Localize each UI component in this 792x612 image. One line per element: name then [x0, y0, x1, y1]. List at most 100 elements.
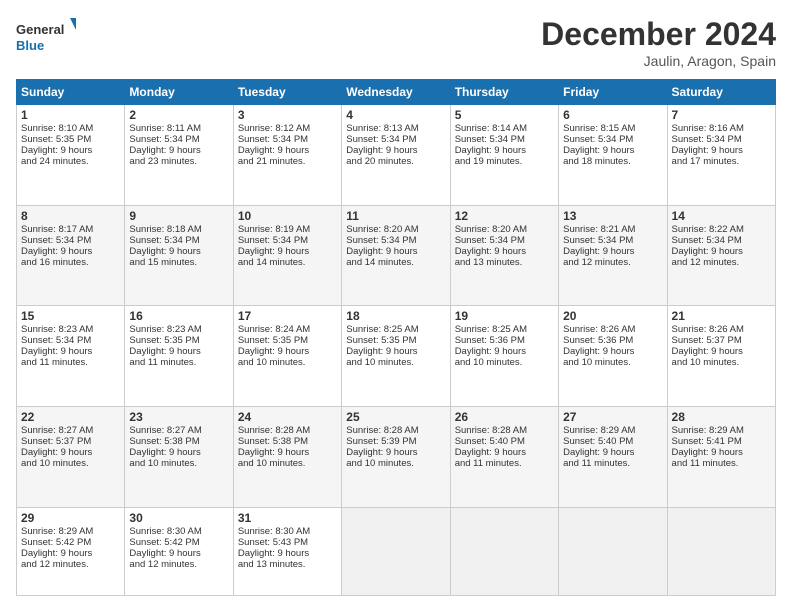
table-row: 3Sunrise: 8:12 AMSunset: 5:34 PMDaylight… — [233, 105, 341, 206]
table-row: 2Sunrise: 8:11 AMSunset: 5:34 PMDaylight… — [125, 105, 233, 206]
sunset-text: Sunset: 5:40 PM — [563, 436, 633, 447]
table-row: 11Sunrise: 8:20 AMSunset: 5:34 PMDayligh… — [342, 205, 450, 306]
sunset-text: Sunset: 5:35 PM — [21, 134, 91, 145]
day-number: 3 — [238, 108, 337, 122]
title-block: December 2024 Jaulin, Aragon, Spain — [541, 16, 776, 69]
sunset-text: Sunset: 5:43 PM — [238, 537, 308, 548]
day-number: 13 — [563, 209, 662, 223]
daylight-text2: and 11 minutes. — [129, 357, 196, 368]
day-number: 15 — [21, 309, 120, 323]
sunset-text: Sunset: 5:35 PM — [129, 335, 199, 346]
table-row: 6Sunrise: 8:15 AMSunset: 5:34 PMDaylight… — [559, 105, 667, 206]
logo-svg: General Blue — [16, 16, 76, 56]
daylight-text: Daylight: 9 hours — [455, 346, 526, 357]
daylight-text2: and 10 minutes. — [672, 357, 740, 368]
svg-text:General: General — [16, 22, 64, 37]
daylight-text: Daylight: 9 hours — [21, 246, 92, 257]
daylight-text2: and 10 minutes. — [129, 458, 197, 469]
daylight-text: Daylight: 9 hours — [346, 145, 417, 156]
day-number: 19 — [455, 309, 554, 323]
sunset-text: Sunset: 5:36 PM — [563, 335, 633, 346]
location: Jaulin, Aragon, Spain — [541, 53, 776, 69]
daylight-text: Daylight: 9 hours — [455, 145, 526, 156]
daylight-text2: and 16 minutes. — [21, 257, 89, 268]
day-number: 6 — [563, 108, 662, 122]
calendar-header-row: Sunday Monday Tuesday Wednesday Thursday… — [17, 80, 776, 105]
sunset-text: Sunset: 5:34 PM — [238, 235, 308, 246]
sunrise-text: Sunrise: 8:24 AM — [238, 324, 310, 335]
day-number: 7 — [672, 108, 771, 122]
day-number: 2 — [129, 108, 228, 122]
daylight-text2: and 23 minutes. — [129, 156, 197, 167]
daylight-text: Daylight: 9 hours — [563, 346, 634, 357]
table-row: 25Sunrise: 8:28 AMSunset: 5:39 PMDayligh… — [342, 407, 450, 508]
daylight-text: Daylight: 9 hours — [672, 447, 743, 458]
table-row: 10Sunrise: 8:19 AMSunset: 5:34 PMDayligh… — [233, 205, 341, 306]
daylight-text: Daylight: 9 hours — [346, 346, 417, 357]
daylight-text: Daylight: 9 hours — [563, 145, 634, 156]
sunrise-text: Sunrise: 8:22 AM — [672, 224, 744, 235]
table-row: 31Sunrise: 8:30 AMSunset: 5:43 PMDayligh… — [233, 507, 341, 595]
table-row — [450, 507, 558, 595]
sunrise-text: Sunrise: 8:20 AM — [346, 224, 418, 235]
daylight-text2: and 10 minutes. — [455, 357, 523, 368]
daylight-text: Daylight: 9 hours — [238, 346, 309, 357]
day-number: 28 — [672, 410, 771, 424]
daylight-text: Daylight: 9 hours — [129, 246, 200, 257]
daylight-text2: and 11 minutes. — [21, 357, 88, 368]
daylight-text2: and 14 minutes. — [238, 257, 306, 268]
sunrise-text: Sunrise: 8:10 AM — [21, 123, 93, 134]
day-number: 21 — [672, 309, 771, 323]
daylight-text2: and 10 minutes. — [346, 458, 414, 469]
sunset-text: Sunset: 5:34 PM — [21, 235, 91, 246]
sunrise-text: Sunrise: 8:16 AM — [672, 123, 744, 134]
sunrise-text: Sunrise: 8:23 AM — [21, 324, 93, 335]
sunset-text: Sunset: 5:35 PM — [238, 335, 308, 346]
header: General Blue December 2024 Jaulin, Arago… — [16, 16, 776, 69]
daylight-text2: and 13 minutes. — [238, 559, 306, 570]
day-number: 16 — [129, 309, 228, 323]
daylight-text: Daylight: 9 hours — [21, 346, 92, 357]
sunrise-text: Sunrise: 8:28 AM — [346, 425, 418, 436]
sunset-text: Sunset: 5:34 PM — [129, 134, 199, 145]
daylight-text: Daylight: 9 hours — [129, 548, 200, 559]
daylight-text2: and 21 minutes. — [238, 156, 306, 167]
daylight-text: Daylight: 9 hours — [21, 548, 92, 559]
sunset-text: Sunset: 5:34 PM — [455, 235, 525, 246]
day-number: 29 — [21, 511, 120, 525]
table-row: 20Sunrise: 8:26 AMSunset: 5:36 PMDayligh… — [559, 306, 667, 407]
day-number: 31 — [238, 511, 337, 525]
daylight-text: Daylight: 9 hours — [21, 145, 92, 156]
table-row: 26Sunrise: 8:28 AMSunset: 5:40 PMDayligh… — [450, 407, 558, 508]
table-row: 1Sunrise: 8:10 AMSunset: 5:35 PMDaylight… — [17, 105, 125, 206]
table-row: 4Sunrise: 8:13 AMSunset: 5:34 PMDaylight… — [342, 105, 450, 206]
daylight-text: Daylight: 9 hours — [563, 246, 634, 257]
table-row: 28Sunrise: 8:29 AMSunset: 5:41 PMDayligh… — [667, 407, 775, 508]
table-row: 19Sunrise: 8:25 AMSunset: 5:36 PMDayligh… — [450, 306, 558, 407]
daylight-text: Daylight: 9 hours — [238, 246, 309, 257]
sunrise-text: Sunrise: 8:18 AM — [129, 224, 201, 235]
sunset-text: Sunset: 5:41 PM — [672, 436, 742, 447]
daylight-text2: and 13 minutes. — [455, 257, 523, 268]
sunrise-text: Sunrise: 8:28 AM — [238, 425, 310, 436]
daylight-text: Daylight: 9 hours — [238, 145, 309, 156]
day-number: 26 — [455, 410, 554, 424]
col-tuesday: Tuesday — [233, 80, 341, 105]
sunset-text: Sunset: 5:38 PM — [238, 436, 308, 447]
page: General Blue December 2024 Jaulin, Arago… — [0, 0, 792, 612]
daylight-text2: and 12 minutes. — [129, 559, 197, 570]
day-number: 17 — [238, 309, 337, 323]
sunrise-text: Sunrise: 8:23 AM — [129, 324, 201, 335]
table-row: 12Sunrise: 8:20 AMSunset: 5:34 PMDayligh… — [450, 205, 558, 306]
table-row: 18Sunrise: 8:25 AMSunset: 5:35 PMDayligh… — [342, 306, 450, 407]
col-saturday: Saturday — [667, 80, 775, 105]
sunrise-text: Sunrise: 8:25 AM — [455, 324, 527, 335]
sunrise-text: Sunrise: 8:15 AM — [563, 123, 635, 134]
daylight-text: Daylight: 9 hours — [21, 447, 92, 458]
day-number: 11 — [346, 209, 445, 223]
day-number: 8 — [21, 209, 120, 223]
sunset-text: Sunset: 5:34 PM — [238, 134, 308, 145]
day-number: 22 — [21, 410, 120, 424]
daylight-text2: and 24 minutes. — [21, 156, 89, 167]
day-number: 27 — [563, 410, 662, 424]
